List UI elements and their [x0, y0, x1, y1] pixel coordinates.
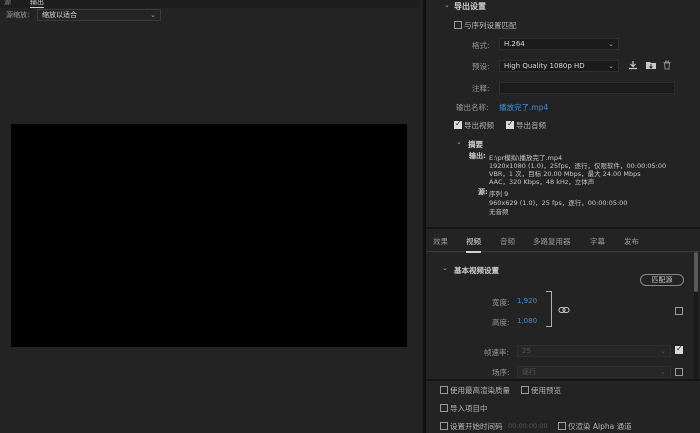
- set-start-timecode-label: 设置开始时间码: [450, 422, 503, 431]
- comments-input[interactable]: [499, 82, 675, 94]
- format-value: H.264: [504, 40, 525, 48]
- summary-title: 摘要: [468, 140, 483, 149]
- frame-rate-select[interactable]: 25 ⌄: [517, 345, 671, 357]
- bottom-divider: [426, 379, 700, 381]
- tab-publish[interactable]: 发布: [624, 236, 639, 247]
- chevron-down-icon: ⌄: [660, 347, 666, 355]
- summary-output-label: 输出:: [469, 152, 486, 160]
- export-video-label: 导出视频: [464, 121, 494, 130]
- collapse-chevron-icon[interactable]: ⌄: [444, 1, 450, 9]
- format-select[interactable]: H.264 ⌄: [499, 38, 619, 50]
- output-name-link[interactable]: 播放完了.mp4: [499, 102, 548, 113]
- comments-label: 注释:: [472, 84, 490, 93]
- export-settings-title: 导出设置: [454, 2, 486, 11]
- frame-rate-override-checkbox[interactable]: [675, 344, 683, 354]
- field-order-override-checkbox[interactable]: [675, 368, 683, 376]
- tab-output[interactable]: 输出: [30, 0, 44, 8]
- width-label: 宽度:: [492, 298, 510, 307]
- import-into-project-label: 导入项目中: [450, 404, 488, 413]
- chevron-down-icon: ⌄: [150, 11, 156, 19]
- basic-video-title: 基本视频设置: [454, 266, 499, 275]
- match-sequence-label: 与序列设置匹配: [464, 21, 517, 30]
- render-alpha-only-label: 仅渲染 Alpha 通道: [568, 422, 632, 431]
- basic-video-chevron-icon[interactable]: ⌄: [442, 264, 448, 272]
- export-video-checkbox[interactable]: [454, 119, 462, 129]
- summary-source-label: 源:: [478, 188, 488, 196]
- height-value[interactable]: 1,080: [517, 317, 537, 325]
- chain-link-icon[interactable]: [558, 306, 570, 314]
- tab-source[interactable]: 源: [4, 0, 11, 7]
- tab-video[interactable]: 视频: [466, 236, 481, 253]
- format-label: 格式:: [472, 41, 490, 50]
- video-preview: [11, 124, 407, 347]
- preset-value: High Quality 1080p HD: [504, 62, 585, 70]
- export-audio-label: 导出音频: [516, 121, 546, 130]
- summary-chevron-icon[interactable]: ⌄: [456, 138, 462, 146]
- import-preset-icon[interactable]: [645, 60, 657, 70]
- export-settings-panel: [426, 0, 700, 228]
- source-zoom-select[interactable]: 缩放以适合 ⌄: [37, 9, 161, 21]
- export-audio-checkbox[interactable]: [506, 119, 514, 129]
- frame-rate-label: 帧速率:: [484, 348, 510, 357]
- summary-source-line: 960x629 (1.0)，25 fps，逐行，00:00:05:00: [489, 199, 628, 207]
- match-source-button[interactable]: 匹配源: [640, 274, 684, 286]
- frame-rate-value: 25: [522, 347, 531, 355]
- preset-select[interactable]: High Quality 1080p HD ⌄: [499, 60, 619, 72]
- delete-preset-icon[interactable]: [662, 60, 672, 70]
- render-alpha-only-checkbox[interactable]: [558, 422, 566, 430]
- source-zoom-value: 缩放以适合: [42, 11, 77, 19]
- height-label: 高度:: [492, 318, 510, 327]
- tab-effects[interactable]: 效果: [433, 236, 448, 247]
- field-order-select[interactable]: 逐行 ⌄: [517, 366, 671, 378]
- output-name-label: 输出名称:: [456, 103, 489, 112]
- summary-source-line: 无音频: [489, 208, 509, 216]
- summary-output-line: AAC，320 Kbps，48 kHz，立体声: [489, 178, 595, 186]
- start-timecode-value[interactable]: 00:00:00:00: [508, 422, 548, 430]
- chevron-down-icon: ⌄: [608, 62, 614, 70]
- settings-scrollbar[interactable]: [694, 252, 698, 380]
- link-bracket: [546, 291, 552, 327]
- chevron-down-icon: ⌄: [608, 40, 614, 48]
- scrollbar-thumb[interactable]: [694, 252, 698, 292]
- save-preset-icon[interactable]: [628, 60, 638, 70]
- use-previews-label: 使用预览: [531, 386, 561, 395]
- use-previews-checkbox[interactable]: [521, 386, 529, 394]
- match-source-button-label: 匹配源: [651, 276, 673, 284]
- max-render-quality-checkbox[interactable]: [440, 386, 448, 394]
- max-render-quality-label: 使用最高渲染质量: [450, 386, 510, 395]
- tab-captions[interactable]: 字幕: [590, 236, 605, 247]
- dimensions-override-checkbox[interactable]: [675, 307, 683, 315]
- tab-multiplexer[interactable]: 多路复用器: [533, 236, 571, 247]
- field-order-value: 逐行: [522, 368, 536, 376]
- match-sequence-checkbox[interactable]: [454, 21, 462, 29]
- tab-audio[interactable]: 音频: [500, 236, 515, 247]
- preset-label: 预设:: [472, 62, 490, 71]
- chevron-down-icon: ⌄: [660, 368, 666, 376]
- import-into-project-checkbox[interactable]: [440, 404, 448, 412]
- left-tabbar: [0, 0, 420, 8]
- width-value[interactable]: 1,920: [517, 297, 537, 305]
- set-start-timecode-checkbox[interactable]: [440, 422, 448, 430]
- field-order-label: 场序:: [492, 368, 510, 377]
- source-zoom-label: 源缩放:: [6, 11, 30, 19]
